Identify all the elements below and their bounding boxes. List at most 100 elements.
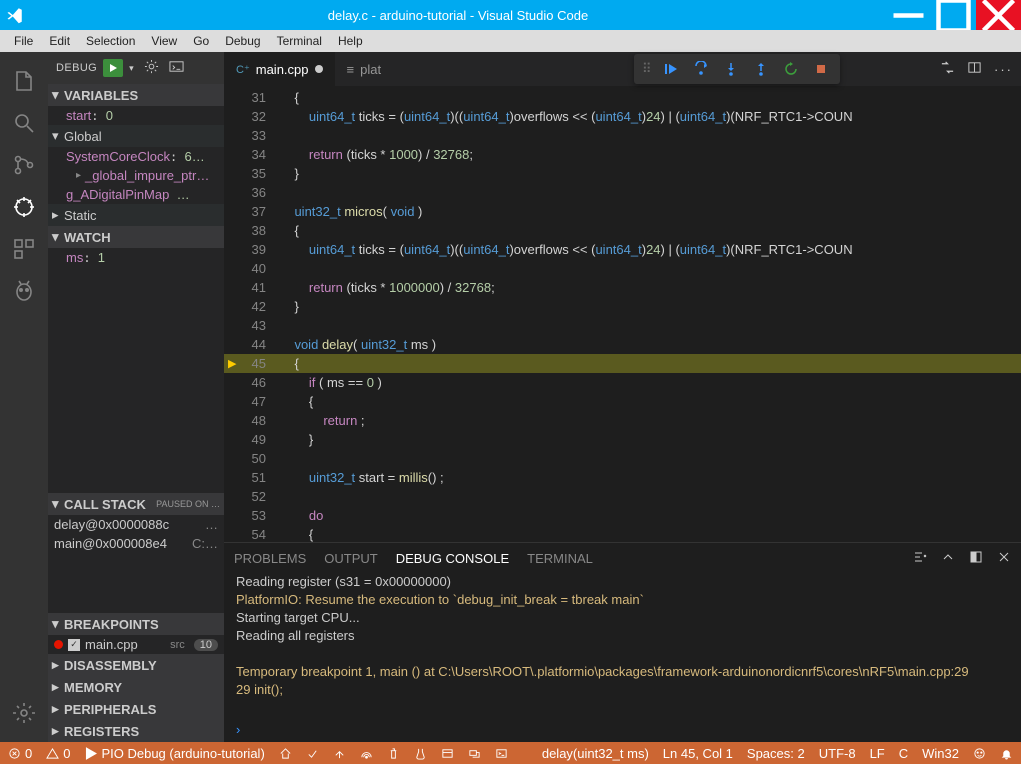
debug-config-dropdown[interactable]: ▾ xyxy=(129,63,134,74)
breakpoint-row[interactable]: ✓ main.cpp src 10 xyxy=(48,635,224,654)
panel-tabs: PROBLEMS OUTPUT DEBUG CONSOLE TERMINAL xyxy=(224,543,1021,573)
tab-label: plat xyxy=(360,62,381,77)
status-eol[interactable]: LF xyxy=(870,746,885,761)
titlebar: delay.c - arduino-tutorial - Visual Stud… xyxy=(0,0,1021,30)
terminal-tab[interactable]: TERMINAL xyxy=(527,551,593,566)
scm-icon[interactable] xyxy=(0,144,48,186)
pio-clean-icon[interactable] xyxy=(387,747,400,760)
status-bar: 0 0 PIO Debug (arduino-tutorial) delay(u… xyxy=(0,742,1021,764)
variable-row[interactable]: g_ADigitalPinMap … xyxy=(48,185,224,204)
search-icon[interactable] xyxy=(0,102,48,144)
variable-row[interactable]: start: 0 xyxy=(48,106,224,125)
panel-close-icon[interactable] xyxy=(997,550,1011,567)
status-context[interactable]: delay(uint32_t ms) xyxy=(542,746,649,761)
breakpoints-title: BREAKPOINTS xyxy=(64,617,159,632)
variable-row[interactable]: SystemCoreClock: 6… xyxy=(48,147,224,166)
debug-console-icon[interactable] xyxy=(169,59,184,77)
panel-up-icon[interactable] xyxy=(941,550,955,567)
callstack-section[interactable]: ▾CALL STACKPAUSED ON … xyxy=(48,493,224,515)
more-icon[interactable]: ··· xyxy=(994,62,1013,77)
drag-handle-icon[interactable]: ⠿ xyxy=(640,61,654,77)
variables-section[interactable]: ▾VARIABLES xyxy=(48,84,224,106)
stop-button[interactable] xyxy=(808,56,834,82)
status-lang[interactable]: C xyxy=(899,746,908,761)
watch-title: WATCH xyxy=(64,230,111,245)
status-lncol[interactable]: Ln 45, Col 1 xyxy=(663,746,733,761)
peripherals-section[interactable]: ▸PERIPHERALS xyxy=(48,698,224,720)
start-debug-button[interactable] xyxy=(103,59,123,77)
global-title: Global xyxy=(64,129,102,144)
stack-frame[interactable]: delay@0x0000088c… xyxy=(48,515,224,534)
status-encoding[interactable]: UTF-8 xyxy=(819,746,856,761)
menu-edit[interactable]: Edit xyxy=(41,34,78,48)
minimize-button[interactable] xyxy=(886,0,931,30)
status-errors[interactable]: 0 xyxy=(8,746,32,761)
settings-icon[interactable] xyxy=(0,692,48,734)
tab-main-cpp[interactable]: C⁺ main.cpp xyxy=(224,52,335,86)
menu-debug[interactable]: Debug xyxy=(217,34,268,48)
close-button[interactable] xyxy=(976,0,1021,30)
step-out-button[interactable] xyxy=(748,56,774,82)
debug-header: DEBUG ▾ xyxy=(48,52,224,84)
menu-view[interactable]: View xyxy=(143,34,185,48)
status-spaces[interactable]: Spaces: 2 xyxy=(747,746,805,761)
memory-section[interactable]: ▸MEMORY xyxy=(48,676,224,698)
step-into-button[interactable] xyxy=(718,56,744,82)
breakpoints-section[interactable]: ▾BREAKPOINTS xyxy=(48,613,224,635)
breakpoint-dot-icon xyxy=(54,640,63,649)
pio-build-icon[interactable] xyxy=(306,747,319,760)
status-run[interactable]: PIO Debug (arduino-tutorial) xyxy=(84,746,264,761)
tab-dirty-icon xyxy=(315,65,323,73)
pio-terminal-icon[interactable] xyxy=(495,747,508,760)
extensions-icon[interactable] xyxy=(0,228,48,270)
bell-icon[interactable] xyxy=(1000,747,1013,760)
watch-row[interactable]: ms: 1 xyxy=(48,248,224,267)
stack-frame[interactable]: main@0x000008e4C:… xyxy=(48,534,224,553)
configure-gear-icon[interactable] xyxy=(144,59,159,77)
status-os[interactable]: Win32 xyxy=(922,746,959,761)
status-warnings[interactable]: 0 xyxy=(46,746,70,761)
code-lines[interactable]: { uint64_t ticks = (uint64_t)((uint64_t)… xyxy=(280,86,1021,542)
restart-button[interactable] xyxy=(778,56,804,82)
explorer-icon[interactable] xyxy=(0,60,48,102)
menu-terminal[interactable]: Terminal xyxy=(269,34,330,48)
variable-row[interactable]: ▸_global_impure_ptr… xyxy=(48,166,224,185)
menu-help[interactable]: Help xyxy=(330,34,371,48)
global-scope[interactable]: ▾Global xyxy=(48,125,224,147)
debug-toolbar[interactable]: ⠿ xyxy=(634,54,840,84)
breakpoint-checkbox[interactable]: ✓ xyxy=(68,639,80,651)
pio-test-icon[interactable] xyxy=(414,747,427,760)
static-scope[interactable]: ▸Static xyxy=(48,204,224,226)
clear-console-icon[interactable] xyxy=(913,550,927,567)
pio-tasks-icon[interactable] xyxy=(441,747,454,760)
continue-button[interactable] xyxy=(658,56,684,82)
panel-maximize-icon[interactable] xyxy=(969,550,983,567)
tab-plat[interactable]: ≡ plat xyxy=(335,52,394,86)
split-editor-icon[interactable] xyxy=(967,60,982,78)
menu-go[interactable]: Go xyxy=(185,34,217,48)
debug-console-output[interactable]: Reading register (s31 = 0x00000000)Platf… xyxy=(224,573,1021,722)
bottom-panel: PROBLEMS OUTPUT DEBUG CONSOLE TERMINAL R… xyxy=(224,542,1021,742)
pio-upload-icon[interactable] xyxy=(333,747,346,760)
vscode-icon xyxy=(0,0,30,30)
platformio-icon[interactable] xyxy=(0,270,48,312)
pio-home-icon[interactable] xyxy=(279,747,292,760)
code-editor[interactable]: ▶ 31323334353637383940414243444546474849… xyxy=(224,86,1021,542)
pio-remote-icon[interactable] xyxy=(360,747,373,760)
debug-icon[interactable] xyxy=(0,186,48,228)
problems-tab[interactable]: PROBLEMS xyxy=(234,551,306,566)
pio-serial-icon[interactable] xyxy=(468,747,481,760)
menu-file[interactable]: File xyxy=(6,34,41,48)
compare-icon[interactable] xyxy=(940,60,955,78)
maximize-button[interactable] xyxy=(931,0,976,30)
tab-label: main.cpp xyxy=(256,62,309,77)
disassembly-section[interactable]: ▸DISASSEMBLY xyxy=(48,654,224,676)
output-tab[interactable]: OUTPUT xyxy=(324,551,377,566)
debug-console-input[interactable]: › xyxy=(224,722,1021,742)
registers-section[interactable]: ▸REGISTERS xyxy=(48,720,224,742)
watch-section[interactable]: ▾WATCH xyxy=(48,226,224,248)
step-over-button[interactable] xyxy=(688,56,714,82)
debug-console-tab[interactable]: DEBUG CONSOLE xyxy=(396,551,509,566)
menu-selection[interactable]: Selection xyxy=(78,34,143,48)
feedback-icon[interactable] xyxy=(973,747,986,760)
